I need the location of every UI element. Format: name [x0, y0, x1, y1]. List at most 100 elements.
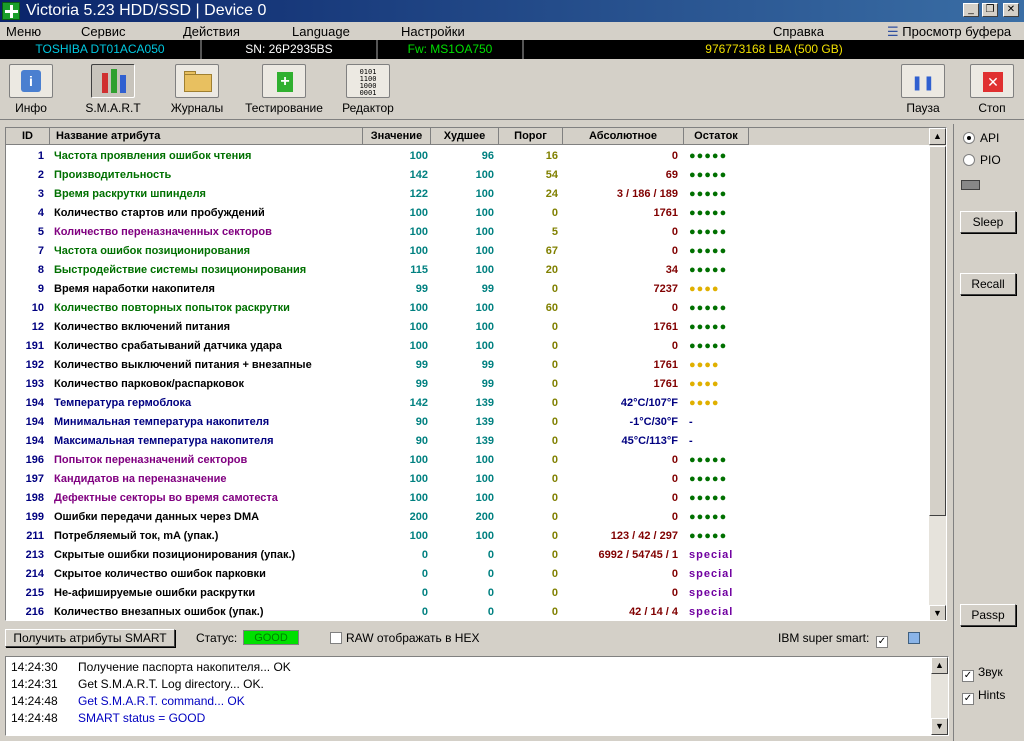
table-row[interactable]: 1 Частота проявления ошибок чтения 100 96 16…: [6, 147, 931, 166]
minimize-button[interactable]: _: [963, 3, 979, 17]
attr-threshold: 60: [545, 302, 558, 314]
table-row[interactable]: 194 Минимальная температура накопителя 90 1…: [6, 413, 931, 432]
attr-value: 99: [415, 359, 428, 371]
table-row[interactable]: 213 Скрытые ошибки позиционирования (упак…: [6, 546, 931, 565]
passp-button[interactable]: Passp: [960, 604, 1016, 626]
recall-button[interactable]: Recall: [960, 273, 1016, 295]
log-scroll-down-button[interactable]: ▼: [931, 718, 948, 735]
table-row[interactable]: 194 Температура гермоблока 142 139 0 42°C/107…: [6, 394, 931, 413]
attr-remaining: special: [689, 606, 734, 618]
attr-worst: 100: [475, 321, 494, 333]
attr-absolute: 0: [671, 473, 678, 485]
table-row[interactable]: 214 Скрытое количество ошибок парковки 0 0 0…: [6, 565, 931, 584]
attr-name: Потребляемый ток, mA (упак.): [54, 530, 219, 542]
log-panel[interactable]: 14:24:30 Получение паспорта накопителя...…: [5, 656, 949, 736]
menu-main[interactable]: Меню: [6, 24, 41, 39]
table-row[interactable]: 192 Количество выключений питания + внеза…: [6, 356, 931, 375]
table-row[interactable]: 9 Время наработки накопителя 99 99 0 7237 ●●●●: [6, 280, 931, 299]
hints-checkbox[interactable]: ✓ Hints: [962, 688, 1005, 705]
scroll-down-button[interactable]: ▼: [929, 605, 946, 620]
scroll-thumb[interactable]: [929, 146, 946, 516]
attr-remaining: ●●●●●: [689, 226, 728, 238]
attr-value: 142: [409, 397, 428, 409]
table-row[interactable]: 4 Количество стартов или пробуждений 100 10…: [6, 204, 931, 223]
window-title: Victoria 5.23 HDD/SSD | Device 0: [26, 2, 267, 19]
attr-id: 3: [37, 188, 44, 200]
log-scroll-up-button[interactable]: ▲: [931, 657, 948, 674]
table-row[interactable]: 12 Количество включений питания 100 100 0 176…: [6, 318, 931, 337]
attr-name: Количество внезапных ошибок (упак.): [54, 606, 264, 618]
editor-button[interactable]: 0101 1100 1000 0001 Редактор: [327, 64, 409, 120]
ibm-super-smart-checkbox[interactable]: ✓: [876, 631, 892, 648]
table-row[interactable]: 196 Попыток переназначений секторов 100 100…: [6, 451, 931, 470]
attr-remaining: ●●●●●: [689, 321, 728, 333]
table-scrollbar[interactable]: ▲ ▼: [929, 128, 946, 620]
col-remaining[interactable]: Остаток: [684, 128, 749, 145]
menu-language[interactable]: Language: [292, 24, 350, 39]
attr-threshold: 0: [551, 473, 558, 485]
col-absolute[interactable]: Абсолютное: [563, 128, 684, 145]
col-value[interactable]: Значение: [363, 128, 431, 145]
attr-worst: 0: [487, 606, 494, 618]
attr-id: 2: [37, 169, 44, 181]
col-name[interactable]: Название атрибута: [50, 128, 363, 145]
get-smart-button[interactable]: Получить атрибуты SMART: [5, 629, 175, 647]
pio-radio[interactable]: PIO: [963, 153, 1001, 167]
attr-value: 100: [409, 245, 428, 257]
menu-service[interactable]: Сервис: [81, 24, 126, 39]
table-row[interactable]: 194 Максимальная температура накопителя 90…: [6, 432, 931, 451]
attr-value: 0: [421, 549, 428, 561]
table-row[interactable]: 211 Потребляемый ток, mA (упак.) 100 100 0 12…: [6, 527, 931, 546]
table-row[interactable]: 191 Количество срабатываний датчика удара…: [6, 337, 931, 356]
table-row[interactable]: 8 Быстродействие системы позиционирования…: [6, 261, 931, 280]
attr-name: Количество переназначенных секторов: [54, 226, 272, 238]
test-button[interactable]: + Тестирование: [243, 64, 325, 120]
smart-table[interactable]: ID Название атрибута Значение Худшее Пор…: [5, 127, 947, 621]
table-row[interactable]: 10 Количество повторных попыток раскрутки…: [6, 299, 931, 318]
table-row[interactable]: 197 Кандидатов на переназначение 100 100 0 0 ●…: [6, 470, 931, 489]
attr-worst: 100: [475, 245, 494, 257]
raw-hex-checkbox[interactable]: RAW отображать в HEX: [330, 631, 479, 645]
table-row[interactable]: 3 Время раскрутки шпинделя 122 100 24 3 / 186…: [6, 185, 931, 204]
info-button[interactable]: i Инфо: [0, 64, 72, 120]
sleep-button[interactable]: Sleep: [960, 211, 1016, 233]
device-indicator: [961, 180, 980, 190]
col-worst[interactable]: Худшее: [431, 128, 499, 145]
attr-absolute: 0: [671, 568, 678, 580]
attr-id: 191: [25, 340, 44, 352]
table-row[interactable]: 7 Частота ошибок позиционирования 100 100 67…: [6, 242, 931, 261]
title-bar[interactable]: Victoria 5.23 HDD/SSD | Device 0 _ ❐ ✕: [0, 0, 1024, 22]
attr-name: Время раскрутки шпинделя: [54, 188, 206, 200]
smart-button[interactable]: S.M.A.R.T: [72, 64, 154, 120]
api-radio[interactable]: API: [963, 131, 999, 145]
scroll-up-button[interactable]: ▲: [929, 128, 946, 145]
col-threshold[interactable]: Порог: [499, 128, 563, 145]
attr-remaining: ●●●●●: [689, 454, 728, 466]
logs-button[interactable]: Журналы: [156, 64, 238, 120]
table-row[interactable]: 199 Ошибки передачи данных через DMA 200 20…: [6, 508, 931, 527]
attr-worst: 100: [475, 340, 494, 352]
color-indicator[interactable]: [908, 632, 920, 644]
menu-buffer-view[interactable]: ☰ Просмотр буфера: [887, 24, 1011, 40]
table-row[interactable]: 216 Количество внезапных ошибок (упак.) 0 0…: [6, 603, 931, 620]
col-id[interactable]: ID: [6, 128, 50, 145]
table-row[interactable]: 2 Производительность 142 100 54 69 ●●●●●: [6, 166, 931, 185]
sound-checkbox[interactable]: ✓ Звук: [962, 665, 1003, 682]
attr-name: Быстродействие системы позиционирования: [54, 264, 307, 276]
close-window-button[interactable]: ✕: [1003, 3, 1019, 17]
menu-actions[interactable]: Действия: [183, 24, 240, 39]
log-scrollbar[interactable]: ▲ ▼: [931, 657, 948, 735]
attr-name: Количество включений питания: [54, 321, 230, 333]
table-row[interactable]: 5 Количество переназначенных секторов 100 1…: [6, 223, 931, 242]
table-row[interactable]: 198 Дефектные секторы во время самотеста 1…: [6, 489, 931, 508]
table-row[interactable]: 193 Количество парковок/распарковок 99 99 0 1…: [6, 375, 931, 394]
table-row[interactable]: 215 Не-афишируемые ошибки раскрутки 0 0 0 0 sp…: [6, 584, 931, 603]
attr-absolute: 6992 / 54745 / 1: [598, 549, 678, 561]
restore-button[interactable]: ❐: [982, 3, 998, 17]
menu-settings[interactable]: Настройки: [401, 24, 465, 39]
attr-worst: 100: [475, 264, 494, 276]
attr-threshold: 0: [551, 511, 558, 523]
menu-help[interactable]: Справка: [773, 24, 824, 39]
stop-button[interactable]: ✕ Стоп: [951, 64, 1024, 120]
attr-name: Количество стартов или пробуждений: [54, 207, 265, 219]
